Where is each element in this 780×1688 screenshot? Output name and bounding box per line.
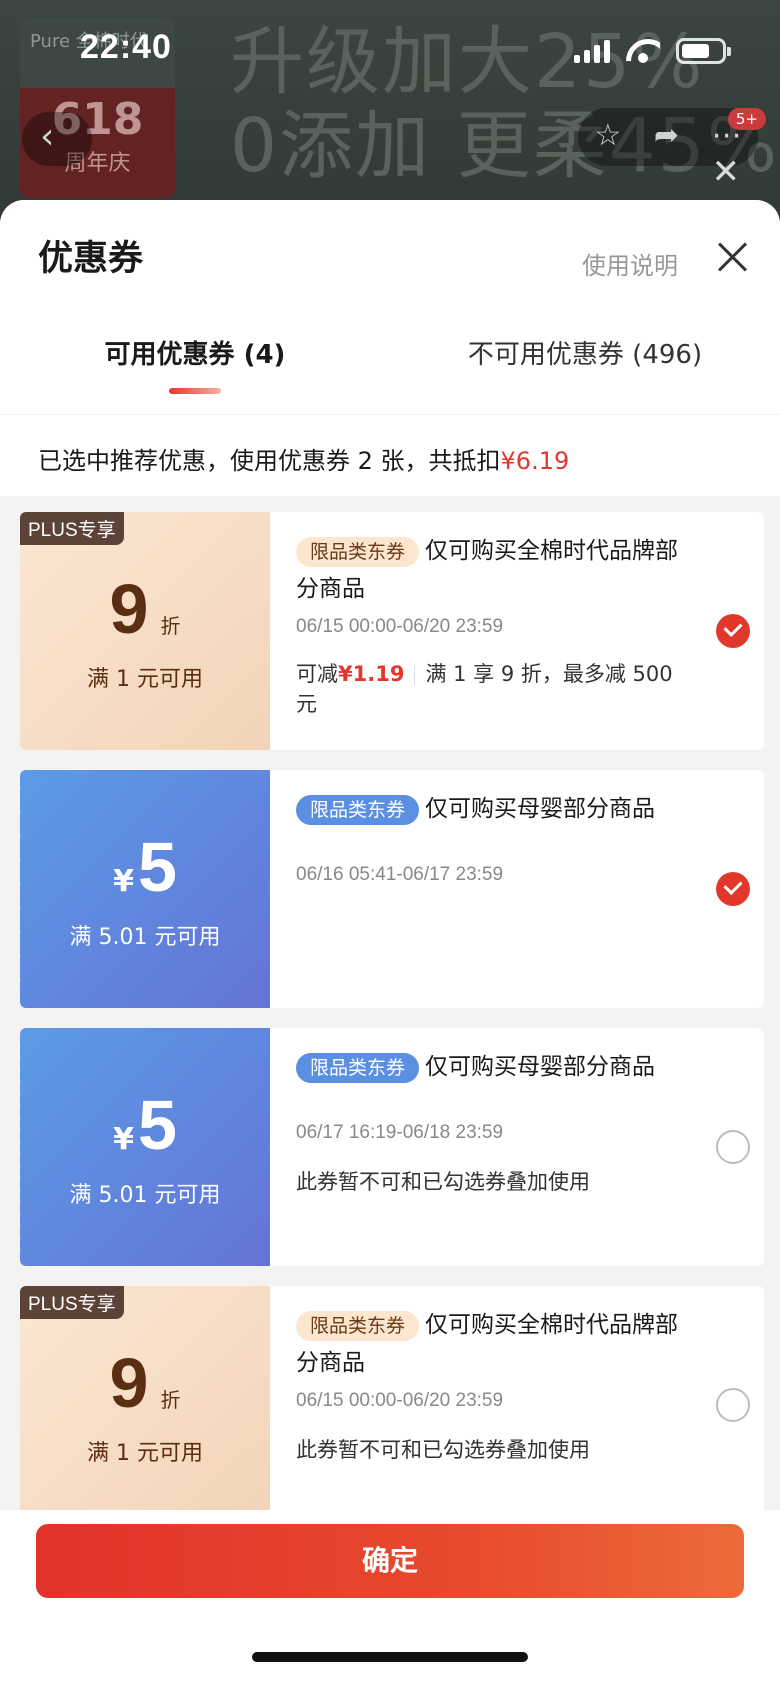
confirm-button[interactable]: 确定 (36, 1524, 744, 1598)
coupon-value: 9 (109, 570, 149, 648)
coupon-checkbox-checked[interactable] (716, 872, 750, 906)
message-badge: 5+ (727, 108, 766, 130)
plus-badge: PLUS专享 (20, 1286, 124, 1319)
clock: 22:40 (80, 28, 172, 66)
coupon-condition: 满 5.01 元可用 (69, 1183, 221, 1208)
coupon-unit: 折 (160, 1388, 181, 1412)
plus-badge: PLUS专享 (20, 512, 124, 545)
coupon-condition: 满 1 元可用 (87, 667, 203, 692)
close-icon[interactable] (714, 238, 750, 274)
coupon-title: 仅可购买母婴部分商品 (425, 1054, 656, 1080)
currency-symbol: ¥ (113, 1122, 134, 1157)
star-icon[interactable]: ☆ (594, 108, 621, 166)
coupon-checkbox-checked[interactable] (716, 614, 750, 648)
active-tab-indicator (169, 388, 221, 394)
currency-symbol: ¥ (113, 864, 134, 899)
coupon-details: 限品类东券 仅可购买母婴部分商品 06/17 16:19-06/18 23:59 … (270, 1028, 764, 1266)
coupon-checkbox-unchecked[interactable] (716, 1130, 750, 1164)
coupon-note: 此券暂不可和已勾选券叠加使用 (296, 1438, 590, 1462)
coupon-value: 5 (137, 828, 177, 906)
usage-instructions-link[interactable]: 使用说明 (582, 246, 678, 281)
category-tag: 限品类东券 (296, 1053, 420, 1083)
coupon-condition: 满 5.01 元可用 (69, 925, 221, 950)
category-tag: 限品类东券 (296, 537, 420, 567)
coupon-tabs: 可用优惠券 (4) 不可用优惠券 (496) (0, 324, 780, 414)
tab-unavailable[interactable]: 不可用优惠券 (496) (390, 324, 780, 414)
coupon-details: 限品类东券 仅可购买全棉时代品牌部分商品 06/15 00:00-06/20 23… (270, 512, 764, 750)
coupon-date: 06/15 00:00-06/20 23:59 (296, 1390, 504, 1411)
coupon-unit: 折 (160, 614, 181, 638)
selection-summary: 已选中推荐优惠，使用优惠券 2 张，共抵扣¥6.19 (0, 414, 780, 496)
coupon-card[interactable]: ¥5 满 5.01 元可用 限品类东券 仅可购买母婴部分商品 06/16 05:4… (20, 770, 764, 1008)
coupon-date: 06/15 00:00-06/20 23:59 (296, 616, 504, 637)
coupon-value-panel: ¥5 满 5.01 元可用 (20, 1028, 270, 1266)
coupon-value: 5 (137, 1086, 177, 1164)
coupon-details: 限品类东券 仅可购买全棉时代品牌部分商品 06/15 00:00-06/20 23… (270, 1286, 764, 1524)
coupon-condition: 满 1 元可用 (87, 1441, 203, 1466)
coupon-title: 仅可购买母婴部分商品 (425, 796, 656, 822)
tab-available[interactable]: 可用优惠券 (4) (0, 324, 390, 414)
background-close-icon[interactable]: ✕ (712, 152, 741, 192)
coupon-details: 限品类东券 仅可购买母婴部分商品 06/16 05:41-06/17 23:59 (270, 770, 764, 1008)
coupon-sheet: 优惠券 使用说明 可用优惠券 (4) 不可用优惠券 (496) 已选中推荐优惠，… (0, 200, 780, 1688)
coupon-value-panel: PLUS专享 9折 满 1 元可用 (20, 512, 270, 750)
category-tag: 限品类东券 (296, 1311, 420, 1341)
coupon-value-panel: ¥5 满 5.01 元可用 (20, 770, 270, 1008)
home-indicator (252, 1652, 528, 1662)
coupon-checkbox-unchecked[interactable] (716, 1388, 750, 1422)
battery-icon (676, 38, 731, 64)
coupon-date: 06/16 05:41-06/17 23:59 (296, 864, 504, 885)
coupon-savings: 可减¥1.19 满 1 享 9 折，最多减 500 元 (296, 662, 673, 716)
signal-icon (574, 39, 610, 63)
share-icon[interactable]: ➦ (654, 108, 679, 166)
coupon-note: 此券暂不可和已勾选券叠加使用 (296, 1170, 590, 1194)
sheet-title: 优惠券 (38, 239, 144, 279)
coupon-value-panel: PLUS专享 9折 满 1 元可用 (20, 1286, 270, 1524)
back-arrow-icon[interactable]: ‹ (22, 112, 92, 166)
category-tag: 限品类东券 (296, 795, 420, 825)
sheet-header: 优惠券 使用说明 可用优惠券 (4) 不可用优惠券 (496) (0, 200, 780, 414)
coupon-card[interactable]: ¥5 满 5.01 元可用 限品类东券 仅可购买母婴部分商品 06/17 16:1… (20, 1028, 764, 1266)
summary-amount: ¥6.19 (500, 447, 570, 475)
sheet-footer: 确定 (0, 1510, 780, 1688)
coupon-card[interactable]: PLUS专享 9折 满 1 元可用 限品类东券 仅可购买全棉时代品牌部分商品 06… (20, 1286, 764, 1524)
coupon-value: 9 (109, 1344, 149, 1422)
wifi-icon (626, 39, 660, 63)
coupon-list: PLUS专享 9折 满 1 元可用 限品类东券 仅可购买全棉时代品牌部分商品 06… (0, 496, 780, 1524)
coupon-card[interactable]: PLUS专享 9折 满 1 元可用 限品类东券 仅可购买全棉时代品牌部分商品 06… (20, 512, 764, 750)
coupon-date: 06/17 16:19-06/18 23:59 (296, 1122, 504, 1143)
status-bar: 22:40 (0, 0, 780, 100)
